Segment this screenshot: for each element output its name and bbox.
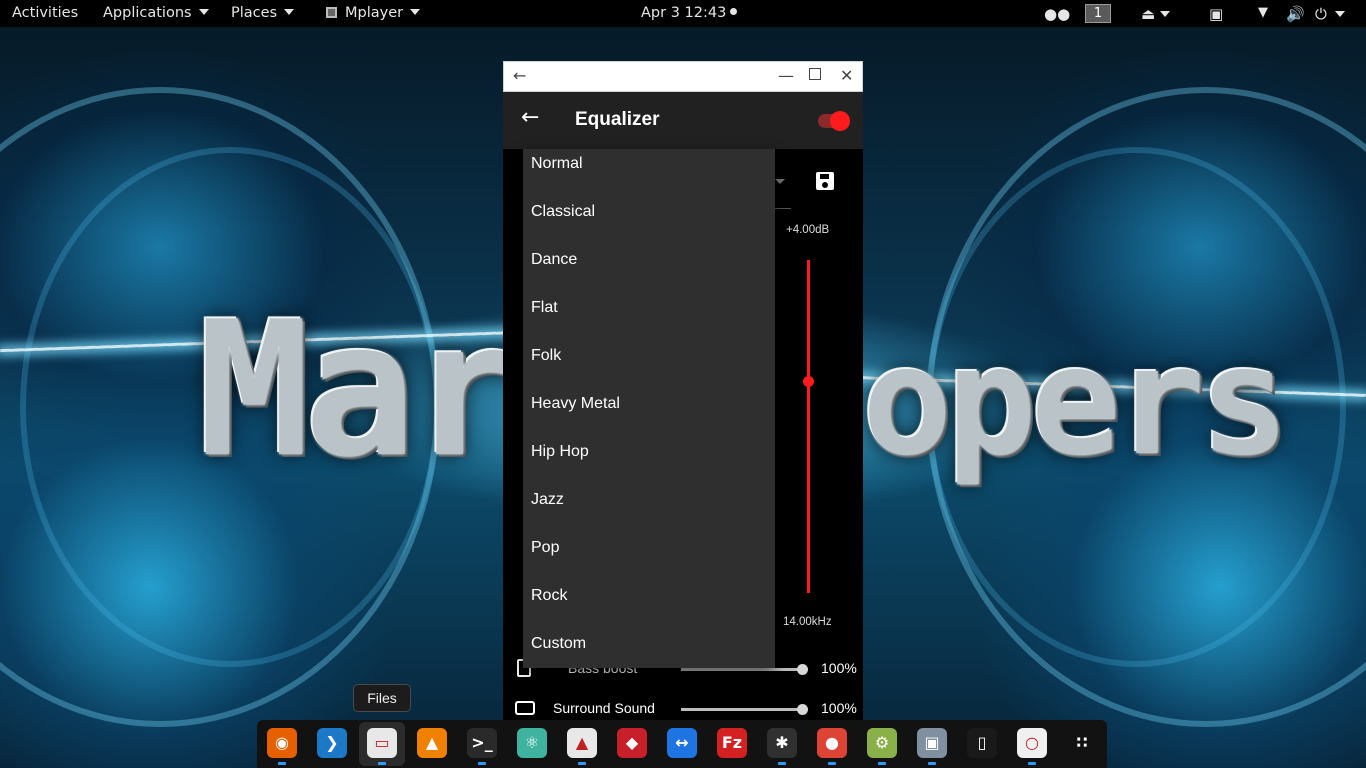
virtualbox-icon[interactable]: ▣ <box>917 728 947 758</box>
surround-sound-slider[interactable] <box>681 708 802 711</box>
preset-menu-item[interactable]: Rock <box>523 581 775 629</box>
window-icon <box>326 7 337 18</box>
applications-menu[interactable]: Applications <box>103 5 209 21</box>
preset-menu-item[interactable]: Flat <box>523 293 775 341</box>
surround-sound-label: Surround Sound <box>553 700 655 716</box>
page-title: Equalizer <box>575 109 660 130</box>
app-bar: ← Equalizer <box>503 92 863 149</box>
power-icon[interactable]: ⏻ <box>1315 5 1327 23</box>
chevron-down-icon <box>198 9 209 15</box>
activities-button[interactable]: Activities <box>12 5 78 21</box>
running-indicator <box>478 762 486 765</box>
running-indicator <box>378 762 386 765</box>
band-slider-thumb[interactable] <box>803 376 814 387</box>
save-icon[interactable] <box>816 172 834 190</box>
files-icon[interactable]: ▭ <box>367 728 397 758</box>
back-arrow-icon[interactable]: ← <box>521 105 539 130</box>
app-red-diamond-icon[interactable]: ◆ <box>617 728 647 758</box>
chevron-down-icon[interactable] <box>1335 11 1345 17</box>
bass-boost-value: 100% <box>821 660 857 676</box>
dock-tooltip: Files <box>353 684 411 712</box>
gain-label: +4.00dB <box>786 224 830 236</box>
preset-menu-item[interactable]: Classical <box>523 197 775 245</box>
teamviewer-icon[interactable]: ↔ <box>667 728 697 758</box>
band-slider-track[interactable] <box>807 260 810 593</box>
titlebar-back-icon[interactable]: ← <box>513 66 526 85</box>
preset-menu-item[interactable]: Hip Hop <box>523 437 775 485</box>
places-menu[interactable]: Places <box>231 5 295 21</box>
notification-dot-icon <box>730 8 738 15</box>
preset-dropdown-menu: Normal Classical Dance Flat Folk Heavy Metal H… <box>523 149 775 668</box>
top-bar: Activities Applications Places Mplayer A… <box>0 0 1366 27</box>
running-indicator <box>878 762 886 765</box>
close-icon[interactable]: ✕ <box>840 66 853 85</box>
running-indicator <box>928 762 936 765</box>
preset-menu-item[interactable]: Heavy Metal <box>523 389 775 437</box>
running-indicator <box>278 762 286 765</box>
preset-menu-item[interactable]: Custom <box>523 629 775 668</box>
eject-icon[interactable]: ⏏ <box>1141 5 1155 23</box>
chevron-down-icon[interactable] <box>1160 11 1170 17</box>
frequency-label: 14.00kHz <box>783 616 832 628</box>
clock-label: Apr 3 12:43 <box>641 5 727 21</box>
running-indicator <box>778 762 786 765</box>
phone-app-icon[interactable]: ✱ <box>767 728 797 758</box>
surround-sound-slider-thumb[interactable] <box>797 704 808 715</box>
mobile-app-icon[interactable]: ▯ <box>967 728 997 758</box>
workspace-indicator[interactable]: 1 <box>1085 4 1111 23</box>
dock: ◉ ❯ ▭ ▲ >_ ⚛ ▲ ◆ ↔ Fz ✱ ● ⚙ ▣ ▯ ○ ∷ <box>257 720 1107 768</box>
chrome-icon[interactable]: ● <box>817 728 847 758</box>
vscode-icon[interactable]: ❯ <box>317 728 347 758</box>
maximize-icon[interactable] <box>809 68 821 80</box>
running-indicator <box>828 762 836 765</box>
android-app-icon[interactable]: ⚙ <box>867 728 897 758</box>
running-indicator <box>1028 762 1036 765</box>
firefox-icon[interactable]: ◉ <box>267 728 297 758</box>
surround-sound-value: 100% <box>821 700 857 716</box>
screenshot-icon[interactable]: ○ <box>1017 728 1047 758</box>
preset-menu-item[interactable]: Dance <box>523 245 775 293</box>
app-red-umbrella-icon[interactable]: ▲ <box>567 728 597 758</box>
preset-menu-item[interactable]: Pop <box>523 533 775 581</box>
window-titlebar: ← — ✕ <box>503 61 863 92</box>
app-menu[interactable]: Mplayer <box>326 5 421 21</box>
preset-menu-item[interactable]: Jazz <box>523 485 775 533</box>
app-menu-label: Mplayer <box>345 5 404 21</box>
filezilla-icon[interactable]: Fz <box>717 728 747 758</box>
preset-menu-item[interactable]: Folk <box>523 341 775 389</box>
places-label: Places <box>231 5 278 21</box>
chevron-down-icon <box>284 9 295 15</box>
bass-boost-slider[interactable] <box>681 668 802 671</box>
clock[interactable]: Apr 3 12:43 <box>641 5 738 21</box>
wallpaper-text-right: opers <box>862 315 1290 489</box>
vlc-icon[interactable]: ▲ <box>417 728 447 758</box>
equalizer-toggle-knob[interactable] <box>830 111 850 131</box>
terminal-icon[interactable]: >_ <box>467 728 497 758</box>
atom-icon[interactable]: ⚛ <box>517 728 547 758</box>
screenshot-icon[interactable]: ▣ <box>1209 5 1223 23</box>
volume-icon[interactable]: 🔊 <box>1286 5 1305 23</box>
running-indicator <box>578 762 586 765</box>
app-grid-icon[interactable]: ∷ <box>1067 728 1097 758</box>
surround-sound-row: Surround Sound 100% <box>503 697 863 721</box>
bass-boost-slider-thumb[interactable] <box>797 664 808 675</box>
surround-icon <box>515 701 535 715</box>
users-icon[interactable]: ●● <box>1044 5 1070 23</box>
wifi-icon[interactable]: ▼ <box>1258 5 1268 20</box>
chevron-down-icon <box>410 9 421 15</box>
minimize-icon[interactable]: — <box>778 66 794 85</box>
preset-menu-item[interactable]: Normal <box>523 149 775 197</box>
applications-label: Applications <box>103 5 192 21</box>
preset-dropdown-caret-icon[interactable] <box>775 179 785 184</box>
